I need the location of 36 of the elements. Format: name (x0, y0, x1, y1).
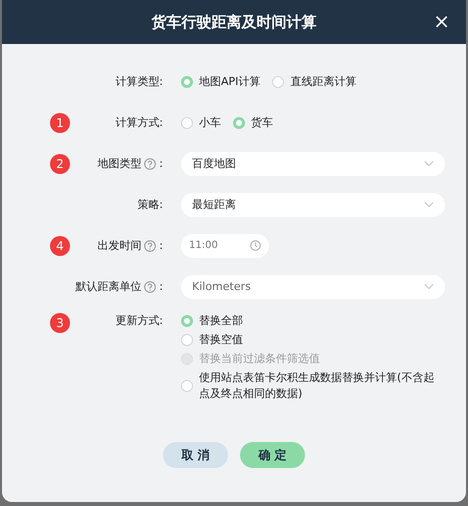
field-label: 计算类型: (115, 74, 163, 89)
radio-option[interactable]: 直线距离计算 (272, 74, 356, 89)
help-icon[interactable] (144, 158, 156, 170)
field-label: 地图类型 (97, 156, 142, 171)
help-icon[interactable] (144, 240, 156, 252)
label-colon: : (159, 239, 163, 252)
radio-option[interactable]: 替换全部 (181, 313, 445, 329)
chevron-down-icon (424, 201, 434, 208)
radio-option[interactable]: 小车 (181, 115, 221, 130)
confirm-button[interactable]: 确 定 (240, 442, 305, 468)
chevron-down-icon (424, 283, 434, 290)
number-badge: 4 (50, 236, 70, 256)
field-label: 计算方式: (115, 115, 163, 130)
chevron-down-icon (424, 160, 434, 167)
label-colon: : (159, 157, 163, 170)
number-badge: 3 (50, 313, 70, 333)
close-button[interactable]: × (429, 10, 454, 32)
radio-option[interactable]: 地图API计算 (181, 74, 260, 89)
field-label: 策略: (137, 197, 163, 212)
dropdown-select[interactable]: Kilometers (181, 274, 445, 298)
radio-option[interactable]: 使用站点表笛卡尔积生成数据替换并计算(不含起点及终点相同的数据) (181, 370, 445, 402)
radio-option[interactable]: 货车 (233, 115, 273, 130)
dropdown-select[interactable]: 最短距离 (181, 192, 445, 216)
time-picker[interactable]: 11:00 (181, 234, 269, 258)
dialog-title: 货车行驶距离及时间计算 (152, 12, 316, 32)
label-colon: : (159, 280, 163, 293)
field-label: 默认距离单位 (75, 279, 142, 294)
dropdown-select[interactable]: 百度地图 (181, 152, 445, 176)
field-label: 出发时间 (97, 238, 142, 253)
radio-option[interactable]: 替换空值 (181, 332, 445, 348)
number-badge: 2 (50, 154, 70, 174)
number-badge: 1 (50, 112, 70, 132)
cancel-button[interactable]: 取 消 (163, 442, 228, 468)
clock-icon (250, 240, 261, 251)
field-label: 更新方式: (115, 313, 163, 328)
help-icon[interactable] (144, 280, 156, 292)
